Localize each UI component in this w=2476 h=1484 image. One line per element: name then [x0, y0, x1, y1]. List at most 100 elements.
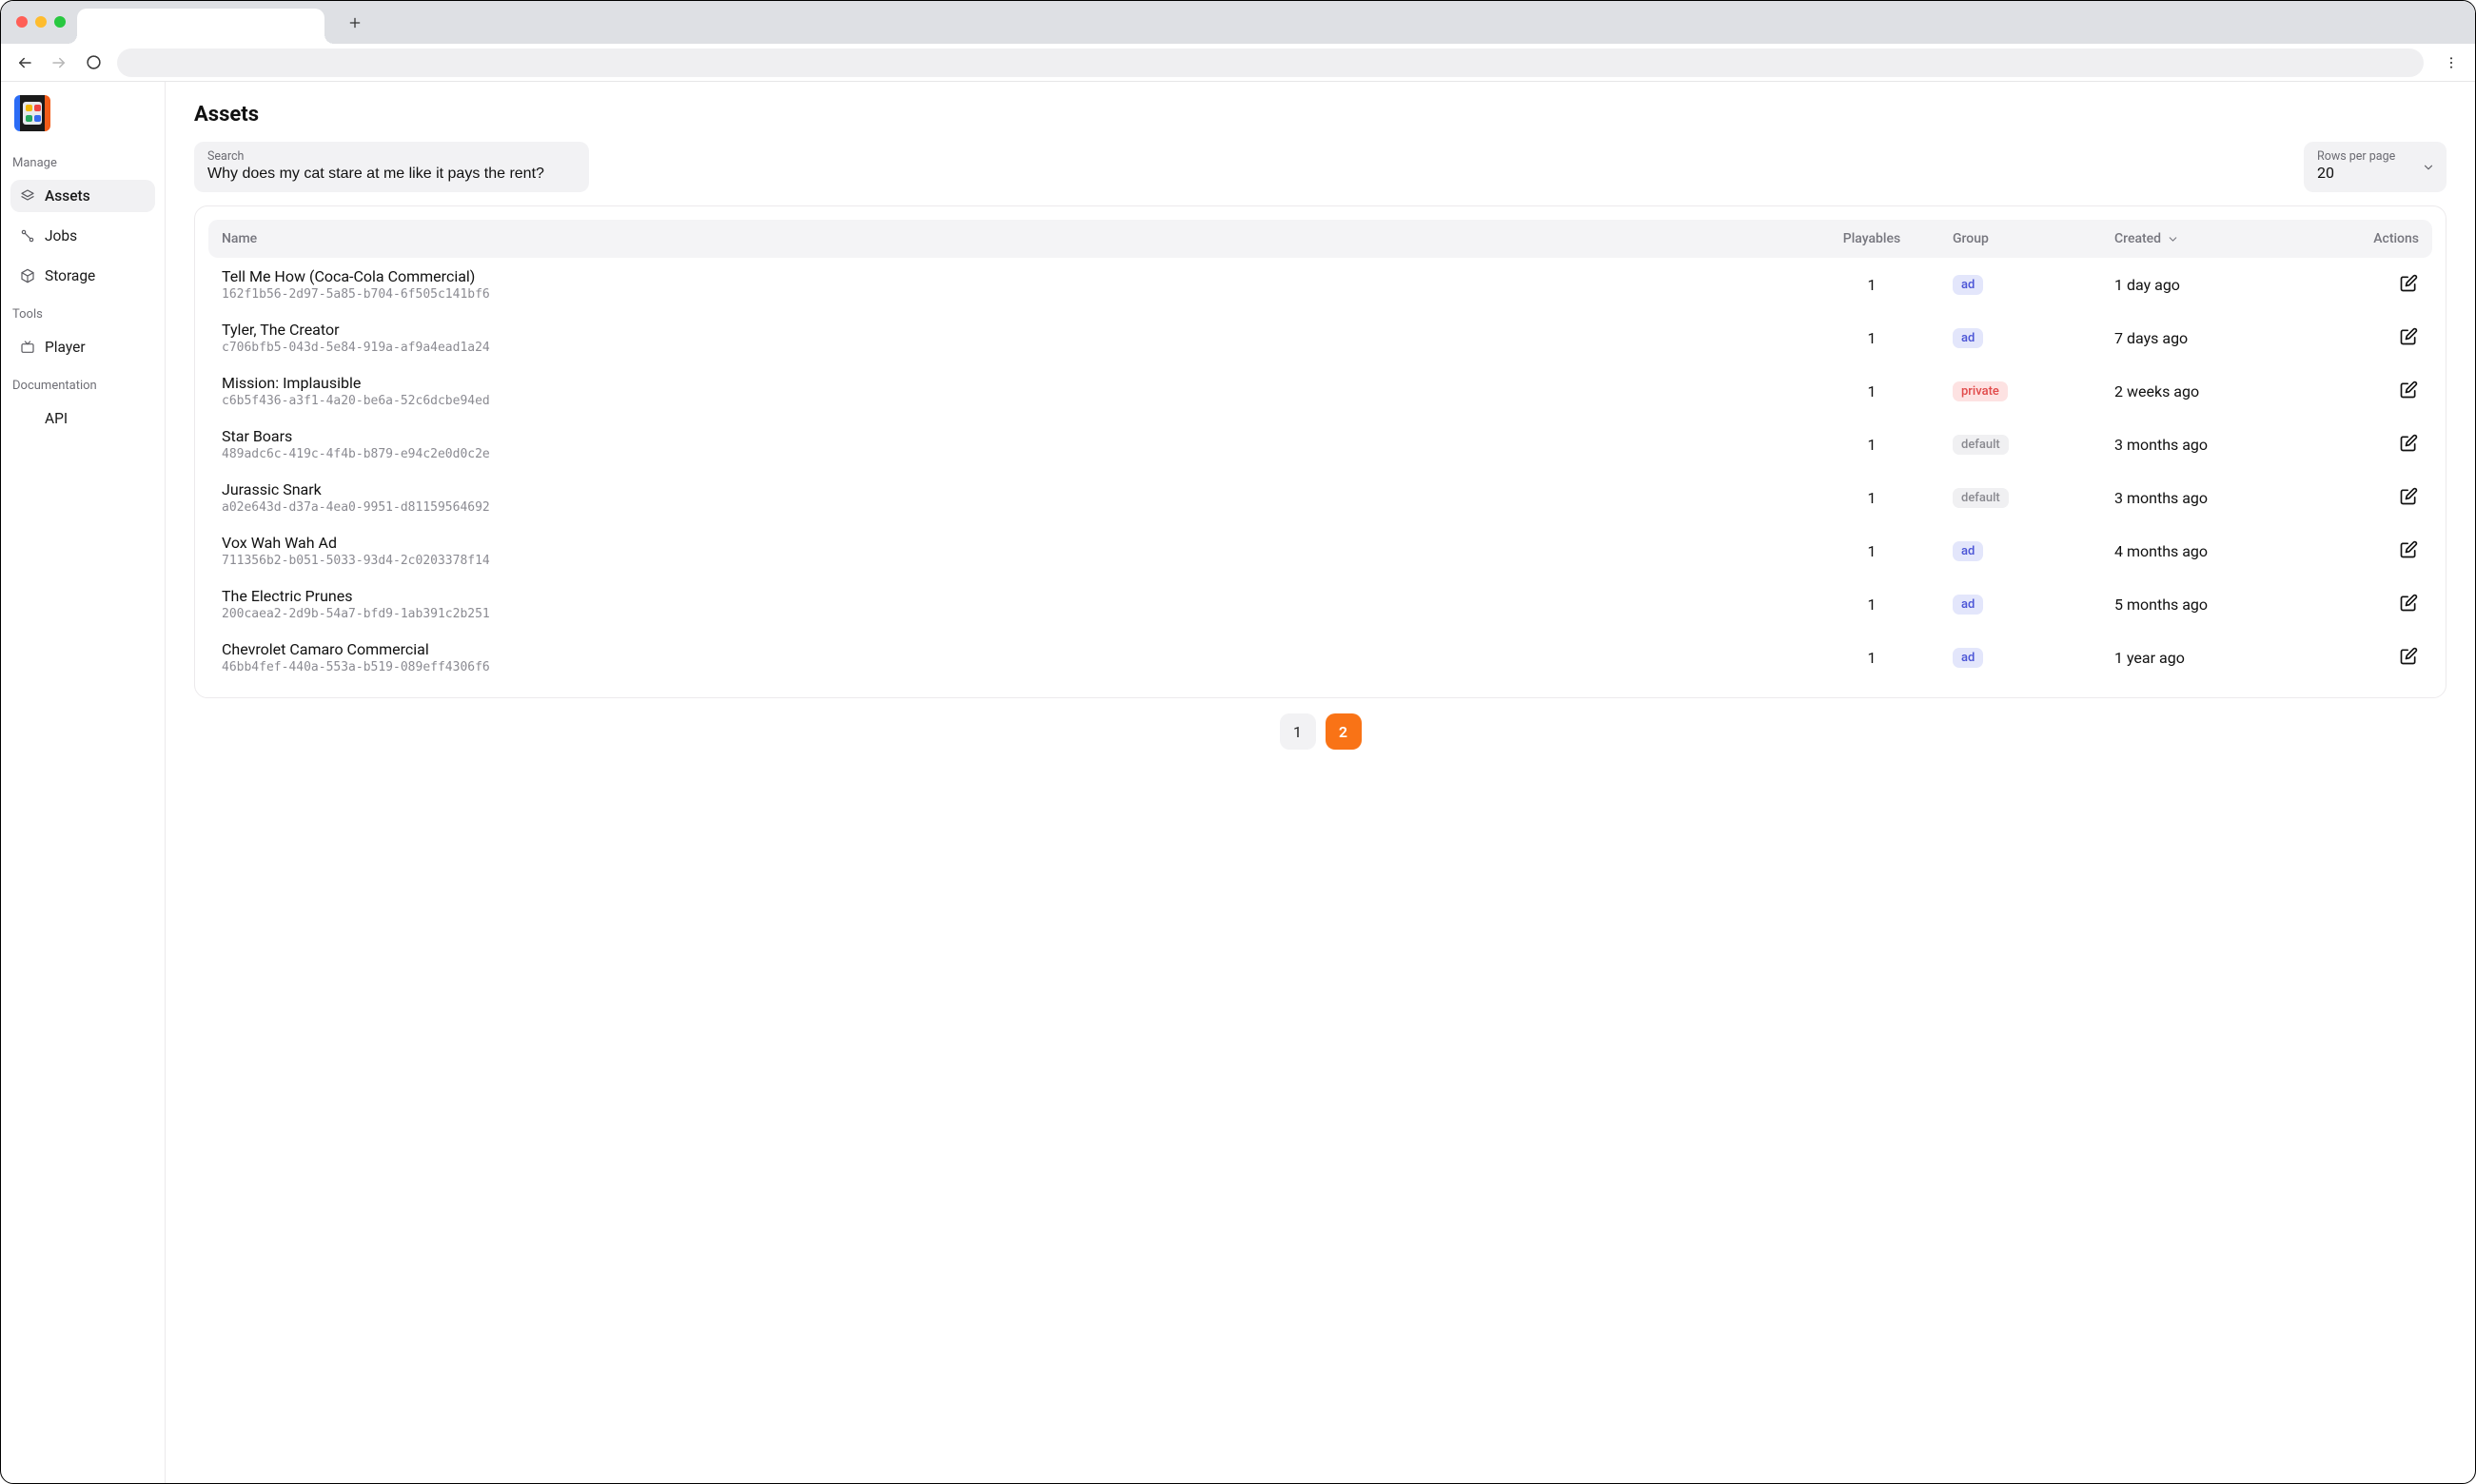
page-button-2[interactable]: 2 — [1326, 713, 1362, 750]
table-row[interactable]: Tyler, The Creatorc706bfb5-043d-5e84-919… — [208, 311, 2432, 364]
reload-button[interactable] — [79, 49, 108, 77]
asset-id: c6b5f436-a3f1-4a20-be6a-52c6dcbe94ed — [222, 394, 1791, 408]
asset-name: Vox Wah Wah Ad — [222, 534, 1791, 552]
pagination: 12 — [194, 713, 2447, 750]
edit-button[interactable] — [2398, 326, 2419, 347]
sidebar-section-tools: Tools — [12, 307, 155, 322]
cell-playables: 1 — [1791, 649, 1953, 667]
table-row[interactable]: Tell Me How (Coca-Cola Commercial)162f1b… — [208, 258, 2432, 311]
nodes-icon — [20, 228, 35, 244]
asset-id: 489adc6c-419c-4f4b-b879-e94c2e0d0c2e — [222, 447, 1791, 461]
sidebar-item-assets[interactable]: Assets — [10, 180, 155, 212]
table-row[interactable]: Mission: Implausiblec6b5f436-a3f1-4a20-b… — [208, 364, 2432, 418]
cell-actions — [2314, 326, 2419, 350]
edit-button[interactable] — [2398, 273, 2419, 294]
cell-name: Vox Wah Wah Ad 711356b2-b051-5033-93d4-2c… — [222, 534, 1791, 568]
cell-created: 5 months ago — [2114, 596, 2314, 614]
th-created[interactable]: Created — [2114, 231, 2314, 246]
main-content: Assets Search Rows per page 20 Name — [166, 82, 2475, 1483]
cell-playables: 1 — [1791, 596, 1953, 614]
cell-created: 1 day ago — [2114, 276, 2314, 294]
group-badge: default — [1953, 488, 2009, 508]
sidebar-section-manage: Manage — [12, 156, 155, 170]
group-badge: ad — [1953, 275, 1983, 295]
cell-group: ad — [1953, 327, 2114, 348]
sidebar-section-documentation: Documentation — [12, 379, 155, 393]
asset-name: Chevrolet Camaro Commercial — [222, 640, 1791, 658]
cell-name: The Electric Prunes 200caea2-2d9b-54a7-bf… — [222, 587, 1791, 621]
window-minimize-button[interactable] — [35, 16, 47, 28]
cell-name: Tell Me How (Coca-Cola Commercial)162f1b… — [222, 267, 1791, 302]
cell-name: Jurassic Snarka02e643d-d37a-4ea0-9951-d8… — [222, 480, 1791, 515]
cell-name: Chevrolet Camaro Commercial 46bb4fef-440a… — [222, 640, 1791, 674]
cell-name: Tyler, The Creatorc706bfb5-043d-5e84-919… — [222, 321, 1791, 355]
group-badge: ad — [1953, 541, 1983, 561]
browser-menu-button[interactable] — [2437, 49, 2466, 77]
table-row[interactable]: Vox Wah Wah Ad 711356b2-b051-5033-93d4-2c… — [208, 524, 2432, 577]
edit-button[interactable] — [2398, 486, 2419, 507]
cell-group: ad — [1953, 540, 2114, 561]
cell-actions — [2314, 433, 2419, 457]
sidebar-item-api[interactable]: API — [10, 402, 155, 435]
cell-playables: 1 — [1791, 276, 1953, 294]
sidebar-item-label: Jobs — [45, 227, 77, 244]
edit-button[interactable] — [2398, 593, 2419, 614]
forward-button[interactable] — [45, 49, 73, 77]
rows-per-page-select[interactable]: Rows per page 20 — [2304, 142, 2447, 192]
table-row[interactable]: Jurassic Snarka02e643d-d37a-4ea0-9951-d8… — [208, 471, 2432, 524]
asset-id: 711356b2-b051-5033-93d4-2c0203378f14 — [222, 554, 1791, 568]
group-badge: private — [1953, 381, 2008, 401]
back-button[interactable] — [10, 49, 39, 77]
sidebar-item-label: API — [45, 410, 68, 427]
chevron-down-icon — [2422, 161, 2435, 174]
edit-icon — [2399, 487, 2418, 506]
edit-icon — [2399, 594, 2418, 613]
group-badge: default — [1953, 435, 2009, 455]
cell-created: 3 months ago — [2114, 436, 2314, 454]
browser-tab[interactable] — [77, 9, 324, 44]
table-row[interactable]: Chevrolet Camaro Commercial 46bb4fef-440a… — [208, 631, 2432, 684]
sidebar-item-label: Storage — [45, 267, 95, 284]
new-tab-button[interactable] — [342, 10, 368, 36]
sidebar-item-player[interactable]: Player — [10, 331, 155, 363]
edit-icon — [2399, 381, 2418, 400]
th-playables: Playables — [1791, 231, 1953, 246]
cell-group: default — [1953, 434, 2114, 455]
edit-button[interactable] — [2398, 646, 2419, 667]
table-row[interactable]: Star Boars 489adc6c-419c-4f4b-b879-e94c2e… — [208, 418, 2432, 471]
page-button-1[interactable]: 1 — [1280, 713, 1316, 750]
sidebar-item-jobs[interactable]: Jobs — [10, 220, 155, 252]
sidebar-item-storage[interactable]: Storage — [10, 260, 155, 292]
address-bar[interactable] — [117, 49, 2424, 77]
table-row[interactable]: The Electric Prunes 200caea2-2d9b-54a7-bf… — [208, 577, 2432, 631]
asset-id: 46bb4fef-440a-553a-b519-089eff4306f6 — [222, 660, 1791, 674]
window-zoom-button[interactable] — [54, 16, 66, 28]
app-root: Manage Assets Jobs Storage Tools — [1, 82, 2475, 1483]
edit-button[interactable] — [2398, 380, 2419, 400]
arrow-right-icon — [50, 54, 68, 71]
asset-id: 162f1b56-2d97-5a85-b704-6f505c141bf6 — [222, 287, 1791, 302]
window-close-button[interactable] — [16, 16, 28, 28]
cell-group: ad — [1953, 594, 2114, 615]
th-name: Name — [222, 231, 1791, 246]
app-logo[interactable] — [14, 95, 50, 131]
th-group: Group — [1953, 231, 2114, 246]
cell-group: ad — [1953, 647, 2114, 668]
asset-name: Star Boars — [222, 427, 1791, 445]
edit-button[interactable] — [2398, 539, 2419, 560]
asset-id: 200caea2-2d9b-54a7-bfd9-1ab391c2b251 — [222, 607, 1791, 621]
cell-actions — [2314, 646, 2419, 670]
browser-titlebar — [1, 1, 2475, 44]
cell-group: ad — [1953, 274, 2114, 295]
asset-id: c706bfb5-043d-5e84-919a-af9a4ead1a24 — [222, 341, 1791, 355]
search-box[interactable]: Search — [194, 142, 589, 192]
cell-playables: 1 — [1791, 436, 1953, 454]
asset-name: The Electric Prunes — [222, 587, 1791, 605]
edit-button[interactable] — [2398, 433, 2419, 454]
edit-icon — [2399, 327, 2418, 346]
cell-playables: 1 — [1791, 382, 1953, 400]
group-badge: ad — [1953, 328, 1983, 348]
edit-icon — [2399, 540, 2418, 559]
search-input[interactable] — [207, 164, 576, 183]
reload-icon — [86, 54, 102, 70]
